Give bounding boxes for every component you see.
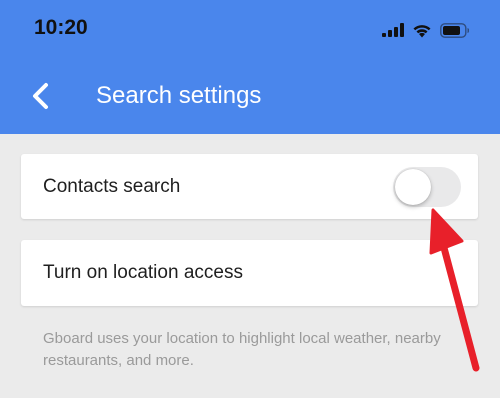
wifi-icon	[413, 24, 431, 37]
screen: 10:20 Search settings Contacts search Tu…	[0, 0, 500, 398]
battery-icon	[440, 22, 470, 38]
contacts-search-row[interactable]: Contacts search	[21, 154, 478, 219]
page-title: Search settings	[96, 82, 262, 109]
location-access-label: Turn on location access	[43, 262, 243, 283]
red-arrow-icon	[429, 208, 480, 372]
app-bar: 10:20 Search settings	[0, 0, 500, 134]
status-icons	[382, 20, 470, 40]
contacts-search-label: Contacts search	[43, 175, 181, 197]
back-button[interactable]	[24, 78, 56, 114]
location-access-row[interactable]: Turn on location access	[21, 240, 478, 306]
signal-icon	[382, 23, 404, 37]
location-helper-text: Gboard uses your location to highlight l…	[43, 330, 441, 369]
chevron-left-icon	[33, 83, 48, 109]
status-time: 10:20	[34, 16, 88, 39]
